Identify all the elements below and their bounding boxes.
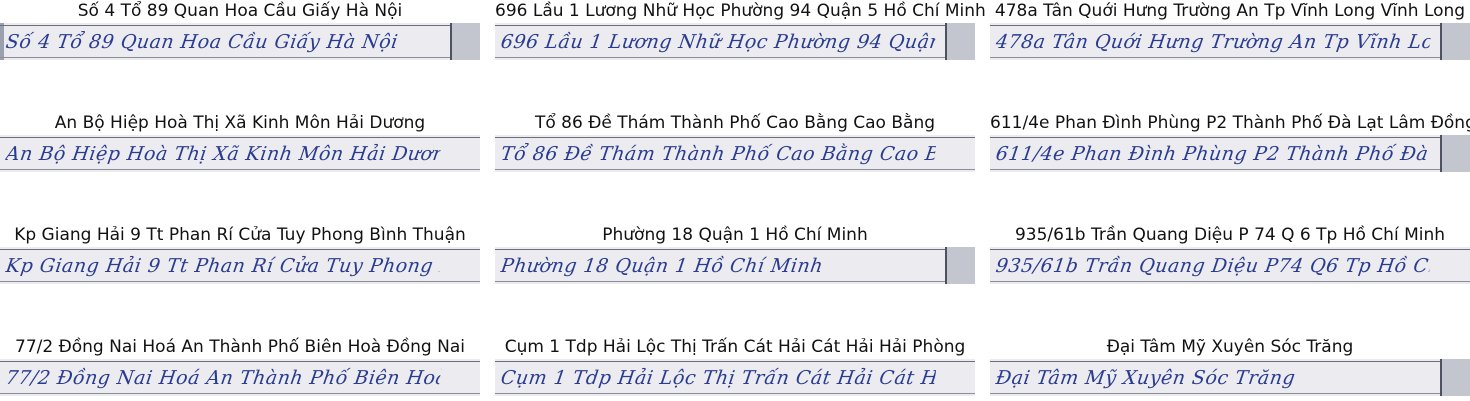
sample-cell: 611/4e Phan Đình Phùng P2 Thành Phố Đà L… (990, 112, 1470, 172)
sample-cell: Kp Giang Hải 9 Tt Phan Rí Cửa Tuy Phong … (0, 224, 480, 284)
sample-caption: 478a Tân Quới Hưng Trường An Tp Vĩnh Lon… (994, 1, 1466, 21)
handwriting-text: Cụm 1 Tdp Hải Lộc Thị Trấn Cát Hải Cát H… (499, 367, 937, 389)
handwriting-image: Phường 18 Quận 1 Hồ Chí Minh (495, 247, 975, 284)
handwriting-text: 611/4e Phan Đình Phùng P2 Thành Phố Đà L… (994, 143, 1431, 165)
sample-cell: Số 4 Tổ 89 Quan Hoa Cầu Giấy Hà Nội Số 4… (0, 0, 480, 60)
handwriting-text: Phường 18 Quận 1 Hồ Chí Minh (499, 255, 825, 277)
handwriting-image: Kp Giang Hải 9 Tt Phan Rí Cửa Tuy Phong … (0, 247, 480, 284)
handwriting-image: Số 4 Tổ 89 Quan Hoa Cầu Giấy Hà Nội (0, 23, 480, 60)
sample-caption: Tổ 86 Đề Thám Thành Phố Cao Bằng Cao Bằn… (534, 113, 936, 133)
sample-caption: Số 4 Tổ 89 Quan Hoa Cầu Giấy Hà Nội (77, 1, 403, 21)
sample-cell: 478a Tân Quới Hưng Trường An Tp Vĩnh Lon… (990, 0, 1470, 60)
handwriting-image: 77/2 Đồng Nai Hoá An Thành Phố Biên Hoà … (0, 359, 480, 396)
handwriting-text: 696 Lầu 1 Lương Nhữ Học Phường 94 Quận 5… (499, 31, 937, 53)
sample-caption: Đại Tâm Mỹ Xuyên Sóc Trăng (1106, 337, 1354, 357)
sample-cell: Phường 18 Quận 1 Hồ Chí Minh Phường 18 Q… (495, 224, 975, 284)
sample-grid: Số 4 Tổ 89 Quan Hoa Cầu Giấy Hà Nội Số 4… (0, 0, 1470, 401)
sample-cell: 77/2 Đồng Nai Hoá An Thành Phố Biên Hoà … (0, 336, 480, 396)
handwriting-image: Đại Tâm Mỹ Xuyên Sóc Trăng (990, 359, 1470, 396)
handwriting-image: 478a Tân Quới Hưng Trường An Tp Vĩnh Lon… (990, 23, 1470, 60)
sample-caption: 611/4e Phan Đình Phùng P2 Thành Phố Đà L… (990, 113, 1470, 133)
handwriting-image: 696 Lầu 1 Lương Nhữ Học Phường 94 Quận 5… (495, 23, 975, 60)
handwriting-text: An Bộ Hiệp Hoà Thị Xã Kinh Môn Hải Dương (4, 143, 442, 165)
handwriting-image: 935/61b Trần Quang Diệu P74 Q6 Tp Hồ Chí… (990, 247, 1470, 284)
sample-caption: 696 Lầu 1 Lương Nhữ Học Phường 94 Quận 5… (495, 1, 986, 21)
sample-caption: Cụm 1 Tdp Hải Lộc Thị Trấn Cát Hải Cát H… (504, 337, 966, 357)
handwriting-text: Tổ 86 Đề Thám Thành Phố Cao Bằng Cao Bằn… (499, 143, 937, 165)
handwriting-text: Kp Giang Hải 9 Tt Phan Rí Cửa Tuy Phong … (4, 255, 442, 277)
handwriting-image: Tổ 86 Đề Thám Thành Phố Cao Bằng Cao Bằn… (495, 135, 975, 172)
handwriting-image: Cụm 1 Tdp Hải Lộc Thị Trấn Cát Hải Cát H… (495, 359, 975, 396)
sample-cell: Cụm 1 Tdp Hải Lộc Thị Trấn Cát Hải Cát H… (495, 336, 975, 396)
sample-cell: 935/61b Trần Quang Diệu P 74 Q 6 Tp Hồ C… (990, 224, 1470, 284)
sample-cell: Tổ 86 Đề Thám Thành Phố Cao Bằng Cao Bằn… (495, 112, 975, 172)
sample-caption: An Bộ Hiệp Hoà Thị Xã Kinh Môn Hải Dương (54, 113, 426, 133)
handwriting-text: 77/2 Đồng Nai Hoá An Thành Phố Biên Hoà … (4, 367, 442, 389)
sample-caption: Phường 18 Quận 1 Hồ Chí Minh (602, 225, 868, 245)
handwriting-text: 478a Tân Quới Hưng Trường An Tp Vĩnh Lon… (994, 31, 1432, 53)
sample-cell: 696 Lầu 1 Lương Nhữ Học Phường 94 Quận 5… (495, 0, 986, 60)
sample-caption: 77/2 Đồng Nai Hoá An Thành Phố Biên Hoà … (15, 337, 465, 357)
handwriting-text: Số 4 Tổ 89 Quan Hoa Cầu Giấy Hà Nội (4, 31, 400, 53)
sample-caption: Kp Giang Hải 9 Tt Phan Rí Cửa Tuy Phong … (14, 225, 466, 245)
sample-caption: 935/61b Trần Quang Diệu P 74 Q 6 Tp Hồ C… (1014, 225, 1446, 245)
handwriting-image: 611/4e Phan Đình Phùng P2 Thành Phố Đà L… (990, 135, 1470, 172)
handwriting-image: An Bộ Hiệp Hoà Thị Xã Kinh Môn Hải Dương (0, 135, 480, 172)
sample-cell: An Bộ Hiệp Hoà Thị Xã Kinh Môn Hải Dương… (0, 112, 480, 172)
handwriting-text: Đại Tâm Mỹ Xuyên Sóc Trăng (994, 367, 1297, 389)
handwriting-text: 935/61b Trần Quang Diệu P74 Q6 Tp Hồ Chí… (994, 255, 1432, 277)
sample-cell: Đại Tâm Mỹ Xuyên Sóc Trăng Đại Tâm Mỹ Xu… (990, 336, 1470, 396)
